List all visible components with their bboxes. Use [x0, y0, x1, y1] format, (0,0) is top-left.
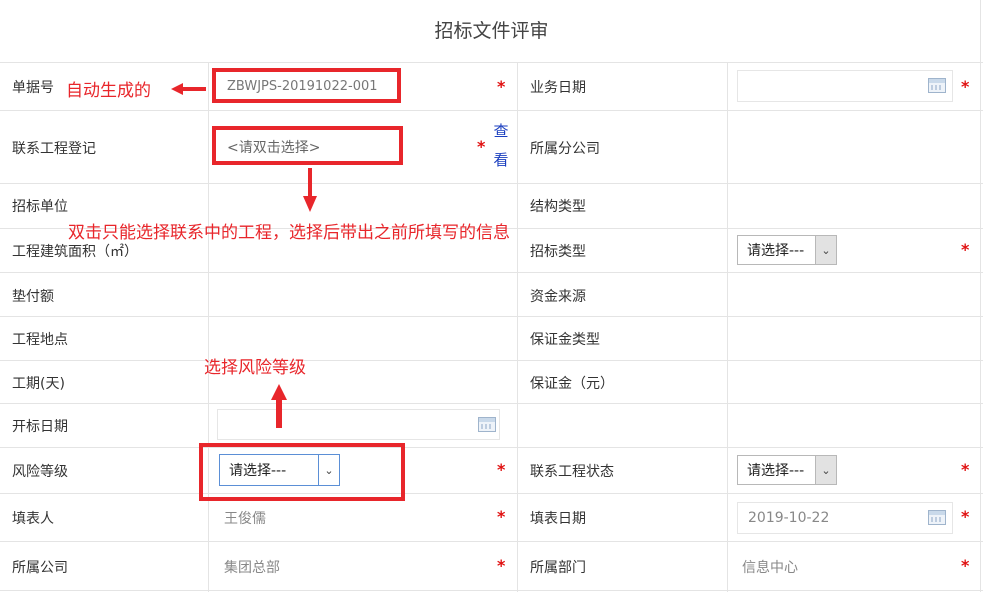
arrow-left-icon [171, 83, 206, 95]
annotation-arrows [171, 83, 317, 428]
arrow-up-icon [271, 384, 287, 428]
arrow-down-icon [303, 168, 317, 212]
